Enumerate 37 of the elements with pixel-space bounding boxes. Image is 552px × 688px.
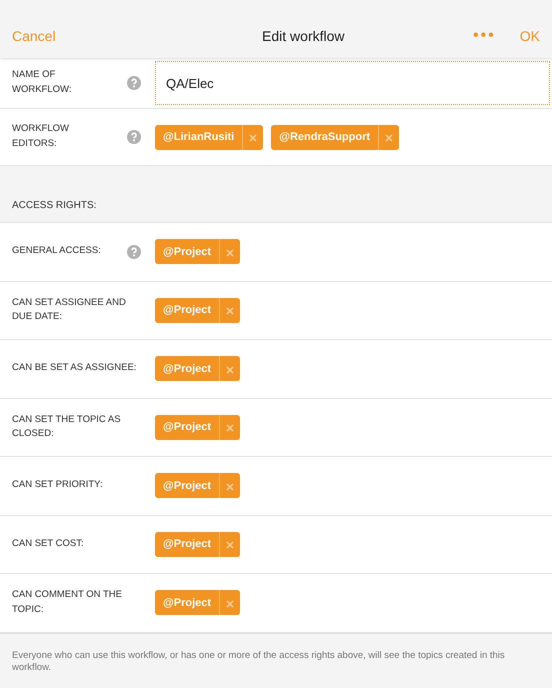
tag-label: @Project — [162, 537, 212, 552]
tag-label: @RendraSupport — [278, 130, 372, 145]
tag-label: @Project — [162, 244, 212, 260]
more-button[interactable]: ••• — [472, 24, 496, 48]
close-icon — [249, 134, 258, 142]
field-label: CAN SET COST: — [12, 536, 85, 551]
field-label: WORKFLOW EDITORS: — [12, 122, 70, 151]
tag-label: @Project — [162, 478, 212, 494]
footer-note: Everyone who can use this workflow, or has one or more of the access rights above, will see the topics created in this workflow. — [12, 650, 506, 674]
tag-label: @Project — [162, 362, 212, 376]
close-icon — [226, 307, 234, 316]
cancel-button[interactable]: Cancel — [12, 26, 56, 46]
section-title: ACCESS RIGHTS: — [12, 199, 96, 213]
close-icon — [226, 366, 234, 374]
close-icon — [226, 600, 234, 608]
field-label: CAN SET THE TOPIC AS CLOSED: — [12, 412, 122, 442]
field-label: CAN COMMENT ON THE TOPIC: — [12, 588, 123, 617]
field-label: CAN SET ASSIGNEE AND DUE DATE: — [12, 296, 127, 324]
close-icon — [226, 482, 234, 491]
tag-label: @Project — [162, 596, 212, 610]
field-label: CAN SET PRIORITY: — [12, 478, 104, 492]
window-title: Edit workflow — [262, 26, 344, 46]
close-icon — [226, 424, 234, 432]
close-icon — [226, 248, 234, 257]
tag-label: @Project — [162, 303, 212, 318]
close-icon — [226, 541, 234, 550]
help-icon[interactable] — [126, 76, 140, 90]
help-icon[interactable] — [126, 244, 140, 259]
ok-button[interactable]: OK — [520, 26, 540, 46]
field-label: NAME OF WORKFLOW: — [12, 68, 72, 97]
tag-label: @LirianRusiti — [162, 130, 236, 145]
field-label: GENERAL ACCESS: — [12, 244, 102, 258]
close-icon — [385, 134, 394, 142]
tag-label: @Project — [162, 420, 212, 435]
name-input[interactable]: QA/Elec — [155, 61, 550, 105]
field-label: CAN BE SET AS ASSIGNEE: — [12, 361, 138, 376]
help-icon[interactable] — [126, 130, 140, 144]
